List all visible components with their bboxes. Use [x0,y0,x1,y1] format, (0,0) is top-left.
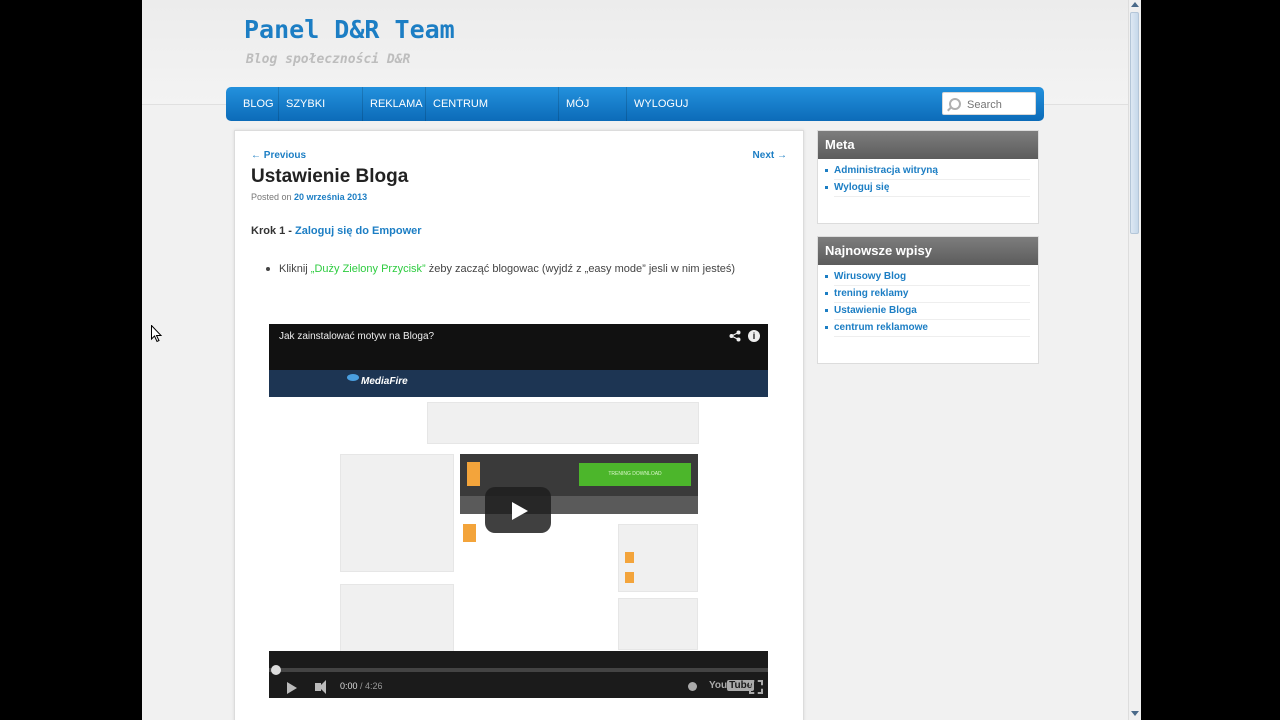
meta-links: Administracja witryną Wyloguj się [818,159,1038,197]
download-button: TRENING DOWNLOAD [579,463,691,486]
bullet-prefix: Kliknij [279,263,311,275]
main-navigation: Blog Szybki Start Reklama Centrum Reklam… [226,87,1044,144]
list-item[interactable]: Administracja witryną [825,163,1030,180]
nav-item-wyloguj[interactable]: Wyloguj się [627,87,709,144]
video-time: 0:00 / 4:26 [340,681,383,691]
step-prefix: Krok 1 - [251,225,296,237]
video-frame-box [340,584,454,656]
scroll-up-arrow-icon[interactable] [1131,2,1139,7]
mouse-cursor-icon [151,325,163,343]
fullscreen-icon[interactable] [749,680,763,694]
video-frame-box [427,402,699,444]
video-progress-bar[interactable] [269,665,768,675]
post-meta: Posted on 20 września 2013 [251,192,367,202]
search-input[interactable] [965,96,1035,113]
nav-item-reklama[interactable]: Reklama [363,87,426,121]
list-item[interactable]: trening reklamy [825,286,1030,303]
post-title: Ustawienie Bloga [251,166,409,187]
list-item[interactable]: Ustawienie Bloga [825,303,1030,320]
time-duration: / 4:26 [357,681,383,691]
volume-icon[interactable] [315,680,326,694]
info-icon[interactable]: i [748,330,760,342]
green-button-link[interactable]: „Duży Zielony Przycisk” [311,263,426,275]
video-controls: 0:00 / 4:26 You Tube [269,651,768,698]
meta-widget: Meta Administracja witryną Wyloguj się [817,130,1039,224]
share-icon[interactable] [729,330,741,342]
mediafire-logo-icon [347,374,359,381]
progress-knob[interactable] [271,665,281,675]
video-frame-box [340,454,454,572]
list-item: Kliknij „Duży Zielony Przycisk” żeby zac… [265,263,736,275]
vertical-scrollbar[interactable] [1128,0,1141,720]
file-icon [467,462,480,486]
list-item[interactable]: Wirusowy Blog [825,269,1030,286]
site-description: Blog społeczności D&R [246,52,411,67]
scroll-thumb[interactable] [1130,12,1139,234]
post-date-link[interactable]: 20 września 2013 [294,192,367,202]
youtube-logo[interactable]: You Tube [709,680,755,691]
file-icon [625,552,634,563]
recent-posts-widget: Najnowsze wpisy Wirusowy Blog trening re… [817,236,1039,364]
play-button[interactable] [485,487,551,533]
nav-item-centrum-reklamowe[interactable]: Centrum Reklamowe [426,87,559,144]
widget-title: Meta [818,131,1038,159]
youtube-video-player[interactable]: Jak zainstalować motyw na Bloga? i Media… [269,324,768,698]
bullet-suffix: żeby zacząć blogowac (wyjdź z „easy mode… [425,263,736,275]
nav-item-blog[interactable]: Blog [236,87,279,121]
video-frame-box [618,598,698,650]
file-icon [625,572,634,583]
browser-page: Panel D&R Team Blog społeczności D&R Blo… [142,0,1128,720]
search-icon [949,98,961,110]
nav-item-szybki-start[interactable]: Szybki Start [279,87,363,144]
list-item[interactable]: centrum reklamowe [825,320,1030,337]
search-box[interactable] [942,92,1036,115]
mediafire-header: MediaFire [269,370,768,397]
video-title[interactable]: Jak zainstalować motyw na Bloga? [279,331,434,342]
time-current: 0:00 [340,681,358,691]
next-post-link[interactable]: Next → [753,150,787,161]
recent-posts-links: Wirusowy Blog trening reklamy Ustawienie… [818,265,1038,337]
post-content: ← Previous Next → Ustawienie Bloga Poste… [234,130,804,720]
step-1: Krok 1 - Zaloguj się do Empower [251,225,422,237]
play-icon[interactable] [287,682,297,694]
scroll-down-arrow-icon[interactable] [1131,711,1139,716]
mediafire-logo: MediaFire [347,374,408,387]
posted-on-label: Posted on [251,192,292,202]
settings-icon[interactable] [688,682,697,691]
list-item[interactable]: Wyloguj się [825,180,1030,197]
site-title[interactable]: Panel D&R Team [244,15,455,44]
previous-post-link[interactable]: ← Previous [251,150,306,161]
widget-title: Najnowsze wpisy [818,237,1038,265]
video-title-bar: Jak zainstalować motyw na Bloga? i [269,324,768,370]
nav-item-moj-profil[interactable]: Mój Profi [559,87,627,144]
empower-login-link[interactable]: Zaloguj się do Empower [295,225,422,237]
file-icon [463,524,476,542]
